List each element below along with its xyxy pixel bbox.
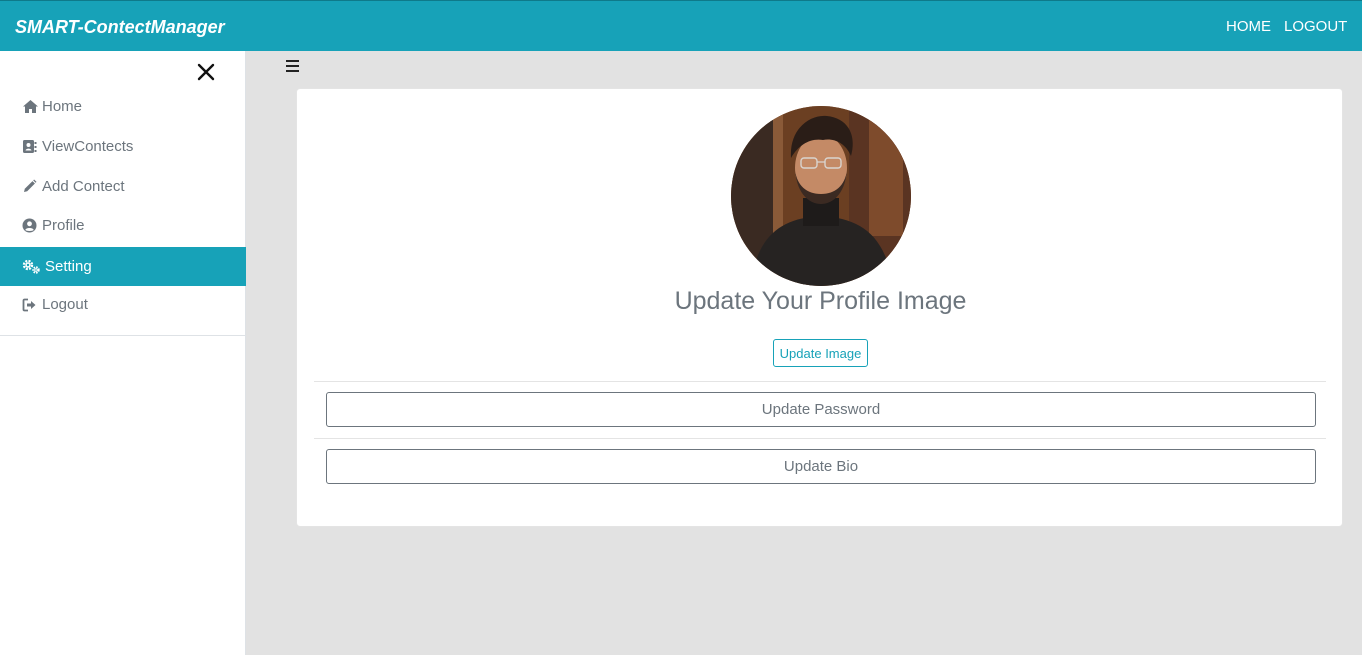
- home-icon: [22, 98, 39, 115]
- nav-logout-link[interactable]: LOGOUT: [1284, 18, 1347, 35]
- sidebar-item-viewcontects[interactable]: ViewContects: [0, 127, 246, 166]
- menu-toggle-icon[interactable]: [286, 57, 302, 75]
- divider: [314, 381, 1326, 382]
- update-bio-button[interactable]: Update Bio: [326, 449, 1316, 484]
- user-circle-icon: [22, 217, 39, 234]
- sidebar-item-home[interactable]: Home: [0, 87, 246, 126]
- page-title: Update Your Profile Image: [674, 287, 967, 315]
- close-icon[interactable]: [195, 61, 217, 83]
- sidebar-item-label: ViewContects: [42, 138, 134, 155]
- profile-image: [731, 106, 911, 286]
- sidebar-item-label: Logout: [42, 296, 88, 313]
- sidebar-item-logout[interactable]: Logout: [0, 285, 246, 324]
- sidebar-item-label: Profile: [42, 217, 85, 234]
- sidebar: Home ViewContects Add Contect Profile Se…: [0, 51, 246, 655]
- nav-home-link[interactable]: HOME: [1226, 18, 1271, 35]
- sidebar-item-add-contect[interactable]: Add Contect: [0, 167, 246, 206]
- update-password-button[interactable]: Update Password: [326, 392, 1316, 427]
- pencil-icon: [22, 178, 39, 195]
- settings-card: Update Your Profile Image Update Image U…: [296, 88, 1343, 527]
- sidebar-item-label: Setting: [45, 258, 92, 275]
- sidebar-item-label: Home: [42, 98, 83, 115]
- divider: [314, 438, 1326, 439]
- app-brand[interactable]: SMART-ContectManager: [15, 17, 225, 38]
- top-navbar: SMART-ContectManager HOME LOGOUT: [0, 0, 1362, 51]
- sidebar-item-label: Add Contect: [42, 178, 125, 195]
- update-image-button[interactable]: Update Image: [773, 339, 868, 367]
- address-book-icon: [22, 138, 39, 155]
- sidebar-item-setting[interactable]: Setting: [0, 247, 246, 286]
- sidebar-divider: [0, 335, 246, 336]
- sign-out-icon: [22, 296, 39, 313]
- sidebar-item-profile[interactable]: Profile: [0, 206, 246, 245]
- cogs-icon: [22, 258, 42, 275]
